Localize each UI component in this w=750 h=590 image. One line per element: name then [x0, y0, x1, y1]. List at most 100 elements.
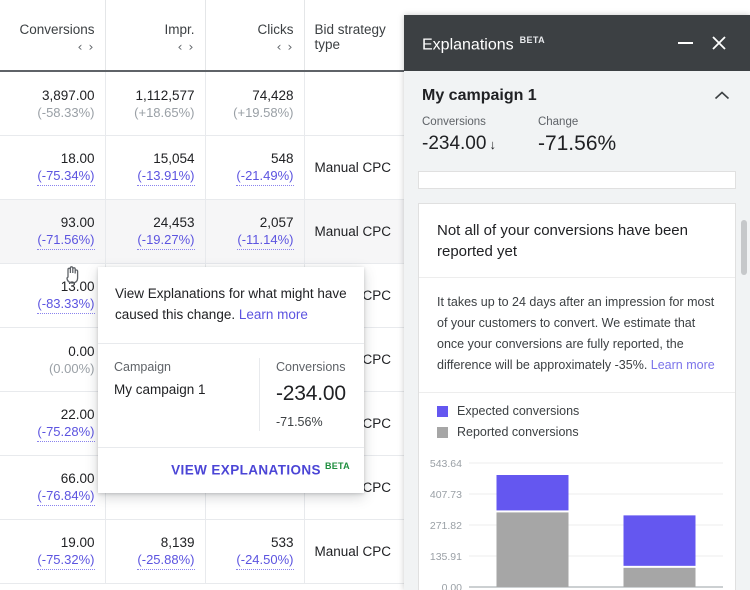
y-axis-tick-label: 135.91 — [430, 551, 462, 563]
table-row[interactable]: 93.00 (-71.56%) 24,453 (-19.27%) 2,057 (-11.1… — [0, 199, 410, 264]
chart-legend: Expected conversions Reported conversion… — [419, 393, 735, 449]
cell-delta-wrap: (-75.32%) — [6, 551, 95, 570]
panel-scrollbar-thumb[interactable] — [741, 220, 747, 275]
column-header-clicks[interactable]: Clicks ‹ › — [205, 0, 305, 70]
cell-delta-wrap: (-58.33%) — [6, 104, 94, 121]
cell-value: 66.00 — [60, 470, 95, 486]
bar-segment-expected — [623, 515, 696, 566]
column-header-bid-strategy-type[interactable]: Bid strategy type — [304, 0, 410, 70]
learn-more-link[interactable]: Learn more — [651, 358, 715, 372]
y-axis-tick-label: 407.73 — [430, 489, 462, 501]
cell-delta-link[interactable]: (-71.56%) — [37, 231, 95, 250]
close-button[interactable] — [702, 26, 736, 60]
app-root: Conversions ‹ › Impr. ‹ › Clicks ‹ › Bid… — [0, 0, 750, 590]
cell-delta-wrap: (0.00%) — [6, 360, 95, 377]
legend-swatch-expected-icon — [437, 405, 448, 417]
legend-item-expected: Expected conversions — [437, 403, 717, 419]
cell-bid-strategy-type — [304, 72, 410, 136]
view-explanations-label: VIEW EXPLANATIONS — [171, 462, 321, 478]
tooltip-message-text: View Explanations for what might have ca… — [115, 286, 347, 322]
cell-clicks: 2,057 (-11.14%) — [205, 199, 305, 264]
conversions-bar-chart: 543.64407.73271.82135.910.00Apr 21 – 28,… — [423, 455, 729, 590]
tooltip-message: View Explanations for what might have ca… — [98, 267, 364, 344]
column-header-label: Clicks — [257, 22, 294, 37]
chevron-up-icon[interactable] — [710, 87, 734, 106]
cell-delta-link[interactable]: (-83.33%) — [37, 295, 95, 314]
cell-value: 2,057 — [259, 214, 294, 230]
tooltip-campaign-value: My campaign 1 — [114, 382, 206, 397]
legend-swatch-reported-icon — [437, 426, 448, 438]
campaign-summary-header: My campaign 1 — [422, 85, 734, 107]
cell-delta-link[interactable]: (-13.91%) — [137, 167, 195, 186]
tooltip-campaign-label: Campaign — [114, 360, 171, 374]
cell-delta-link[interactable]: (-25.88%) — [137, 551, 195, 570]
cell-delta: (+19.58%) — [233, 104, 294, 120]
column-header-label: Impr. — [164, 22, 195, 37]
cell-delta-wrap: (-75.34%) — [6, 167, 95, 186]
cell-delta-link[interactable]: (-19.27%) — [137, 231, 195, 250]
previous-card-clipped[interactable] — [418, 171, 736, 189]
cell-value: 548 — [270, 150, 294, 166]
bar-segment-expected — [496, 475, 569, 511]
cell-delta-link[interactable]: (-76.84%) — [37, 487, 95, 506]
legend-label-reported: Reported conversions — [457, 425, 579, 439]
cell-conversions: 0.00 (0.00%) — [0, 327, 106, 392]
explanation-card-heading: Not all of your conversions have been re… — [419, 204, 735, 278]
cell-impr: 24,453 (-19.27%) — [105, 199, 206, 264]
cell-value: 8,139 — [160, 534, 195, 550]
table-header-row: Conversions ‹ › Impr. ‹ › Clicks ‹ › Bid… — [0, 0, 410, 70]
sort-arrows-icon[interactable]: ‹ › — [112, 39, 195, 54]
cell-value: 74,428 — [252, 87, 294, 103]
y-axis-tick-label: 271.82 — [430, 520, 462, 532]
table-row[interactable]: 18.00 (-75.34%) 15,054 (-13.91%) 548 (-21.49%… — [0, 135, 410, 200]
tooltip-conversions-pct: -71.56% — [276, 415, 323, 429]
learn-more-link[interactable]: Learn more — [239, 307, 308, 322]
cell-impr: 8,139 (-25.88%) — [105, 519, 206, 584]
cell-delta-link[interactable]: (-75.34%) — [37, 167, 95, 186]
sort-arrows-icon[interactable]: ‹ › — [212, 39, 294, 54]
metric-conversions-value: -234.00 ↓ — [422, 131, 496, 158]
bar-chart-svg: 543.64407.73271.82135.910.00Apr 21 – 28,… — [430, 458, 723, 590]
metric-conversions-label: Conversions — [422, 116, 486, 128]
cell-delta-link[interactable]: (-21.49%) — [236, 167, 294, 186]
cell-delta-wrap: (-19.27%) — [112, 231, 195, 250]
bar-segment-reported — [623, 567, 696, 587]
cell-delta-link[interactable]: (-75.32%) — [37, 551, 95, 570]
legend-item-reported: Reported conversions — [437, 424, 717, 440]
cell-value: 93.00 — [60, 214, 95, 230]
summary-metrics: Conversions -234.00 ↓ Change -71.56% — [422, 114, 734, 158]
metric-conversions: Conversions -234.00 ↓ — [422, 114, 496, 158]
view-explanations-button[interactable]: VIEW EXPLANATIONS BETA — [171, 461, 350, 478]
metric-conversions-number: -234.00 — [422, 133, 487, 154]
legend-label-expected: Expected conversions — [457, 404, 580, 418]
cell-value: 13.00 — [60, 278, 95, 294]
cell-delta-wrap: (+19.58%) — [212, 104, 294, 121]
table-row[interactable]: 19.00 (-75.32%) 8,139 (-25.88%) 533 (-24.50%)… — [0, 519, 410, 584]
column-header-impr[interactable]: Impr. ‹ › — [105, 0, 206, 70]
panel-scroll-body[interactable]: Not all of your conversions have been re… — [404, 167, 750, 590]
cell-delta: (0.00%) — [48, 360, 95, 376]
campaign-name: My campaign 1 — [422, 87, 537, 104]
campaign-summary: My campaign 1 Conversions -234.00 ↓ Chang… — [404, 71, 750, 175]
cell-bid-strategy-type: Manual CPC — [304, 135, 410, 200]
cell-delta-wrap: (-21.49%) — [212, 167, 294, 186]
cell-value: 19.00 — [60, 534, 95, 550]
column-header-label: Conversions — [19, 22, 95, 37]
column-header-conversions[interactable]: Conversions ‹ › — [0, 0, 106, 70]
table-row[interactable]: 3,897.00 (-58.33%) 1,112,577 (+18.65%) 74,42… — [0, 72, 410, 136]
cell-delta-link[interactable]: (-75.28%) — [37, 423, 95, 442]
tooltip-conversions-label: Conversions — [276, 360, 346, 374]
cell-clicks: 533 (-24.50%) — [205, 519, 305, 584]
down-arrow-icon: ↓ — [489, 137, 496, 152]
cell-conversions: 18.00 (-75.34%) — [0, 135, 106, 200]
cell-impr: 1,112,577 (+18.65%) — [105, 72, 206, 136]
cell-delta-link[interactable]: (-24.50%) — [236, 551, 294, 570]
cell-value: 0.00 — [68, 343, 95, 359]
cell-clicks: 548 (-21.49%) — [205, 135, 305, 200]
sort-arrows-icon[interactable]: ‹ › — [6, 39, 95, 54]
column-header-label: Bid strategy type — [314, 22, 386, 52]
minimize-button[interactable] — [668, 26, 702, 60]
cell-delta: (+18.65%) — [134, 104, 195, 120]
cell-conversions: 19.00 (-75.32%) — [0, 519, 106, 584]
cell-delta-link[interactable]: (-11.14%) — [237, 231, 294, 250]
